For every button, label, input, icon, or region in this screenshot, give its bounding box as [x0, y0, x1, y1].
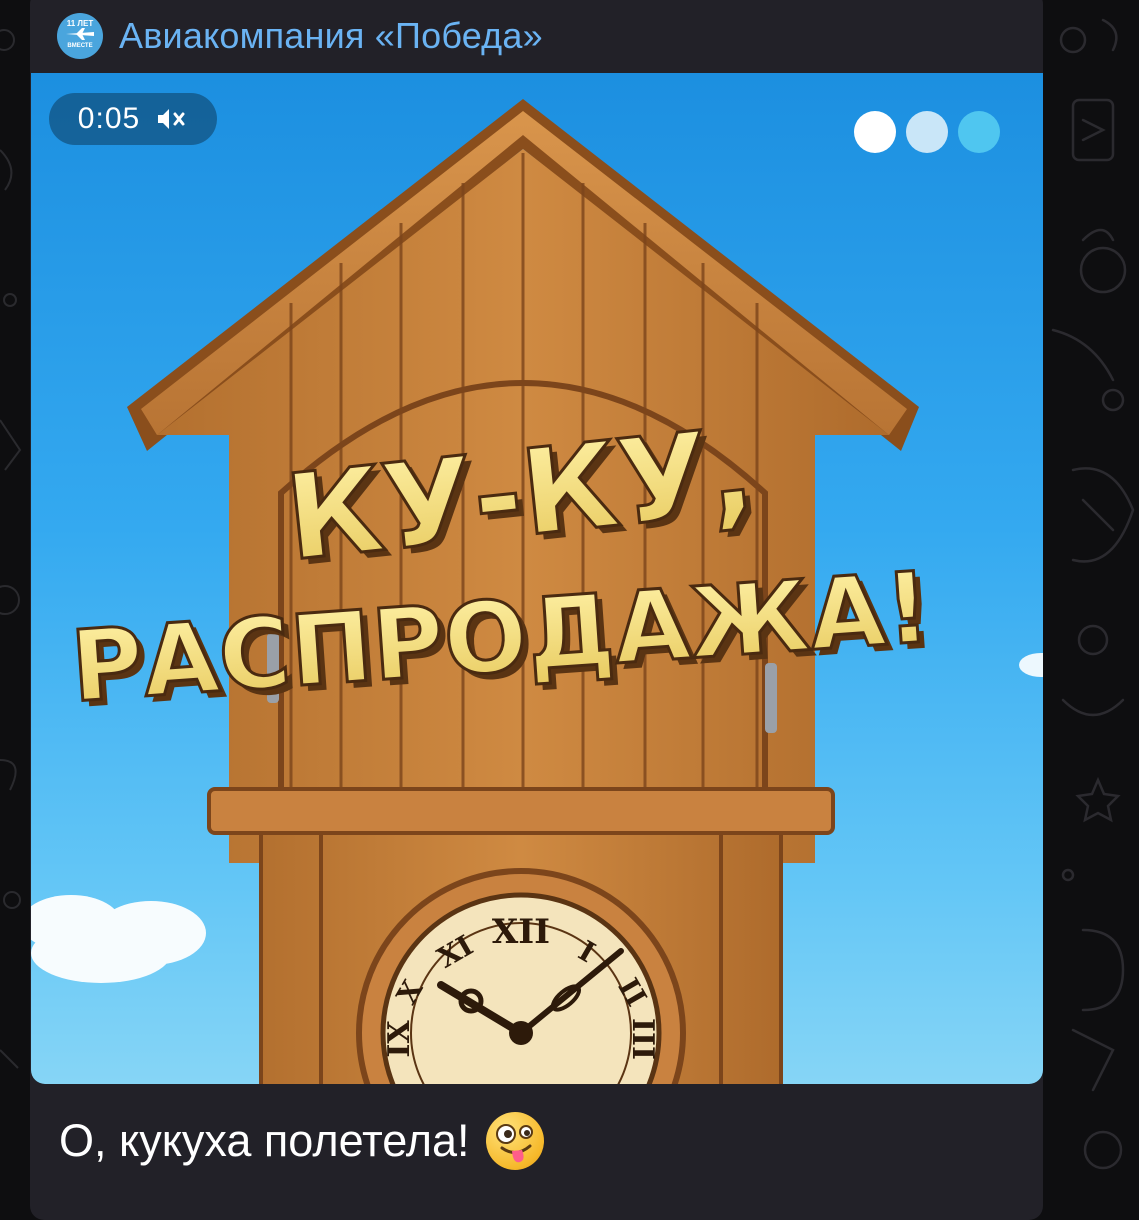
clock-numeral-9: IX — [382, 1020, 417, 1058]
video-time: 0:05 — [77, 102, 141, 135]
avatar-label-bottom: ВМЕСТЕ — [67, 43, 93, 49]
media-pager[interactable] — [854, 111, 1000, 153]
chat-background-left — [0, 0, 30, 1208]
video-timer-badge[interactable]: 0:05 — [49, 93, 217, 145]
channel-name[interactable]: Авиакомпания «Победа» — [119, 18, 543, 54]
cloud-right — [1019, 653, 1043, 677]
cloud-left — [31, 895, 206, 983]
video-frame-illustration: XII I II III IX X XI КУ-КУ, КУ-КУ, РАСПР… — [31, 99, 1043, 1084]
chat-background-right — [1043, 0, 1139, 1208]
speaker-muted-icon[interactable] — [156, 106, 188, 132]
message-header: 11 ЛЕТ ВМЕСТЕ Авиакомпания «Победа» — [57, 12, 543, 60]
video-media[interactable]: XII I II III IX X XI КУ-КУ, КУ-КУ, РАСПР… — [31, 73, 1043, 1084]
message-caption: О, кукуха полетела! — [59, 1112, 544, 1170]
channel-avatar[interactable]: 11 ЛЕТ ВМЕСТЕ — [57, 13, 103, 59]
pager-dot-3[interactable] — [958, 111, 1000, 153]
pager-dot-2[interactable] — [906, 111, 948, 153]
clock-numeral-3: III — [625, 1018, 660, 1060]
airplane-icon — [66, 28, 94, 40]
caption-text: О, кукуха полетела! — [59, 1115, 470, 1166]
zany-face-emoji — [485, 1112, 544, 1170]
clock-numeral-12: XII — [492, 912, 550, 952]
pager-dot-1[interactable] — [854, 111, 896, 153]
